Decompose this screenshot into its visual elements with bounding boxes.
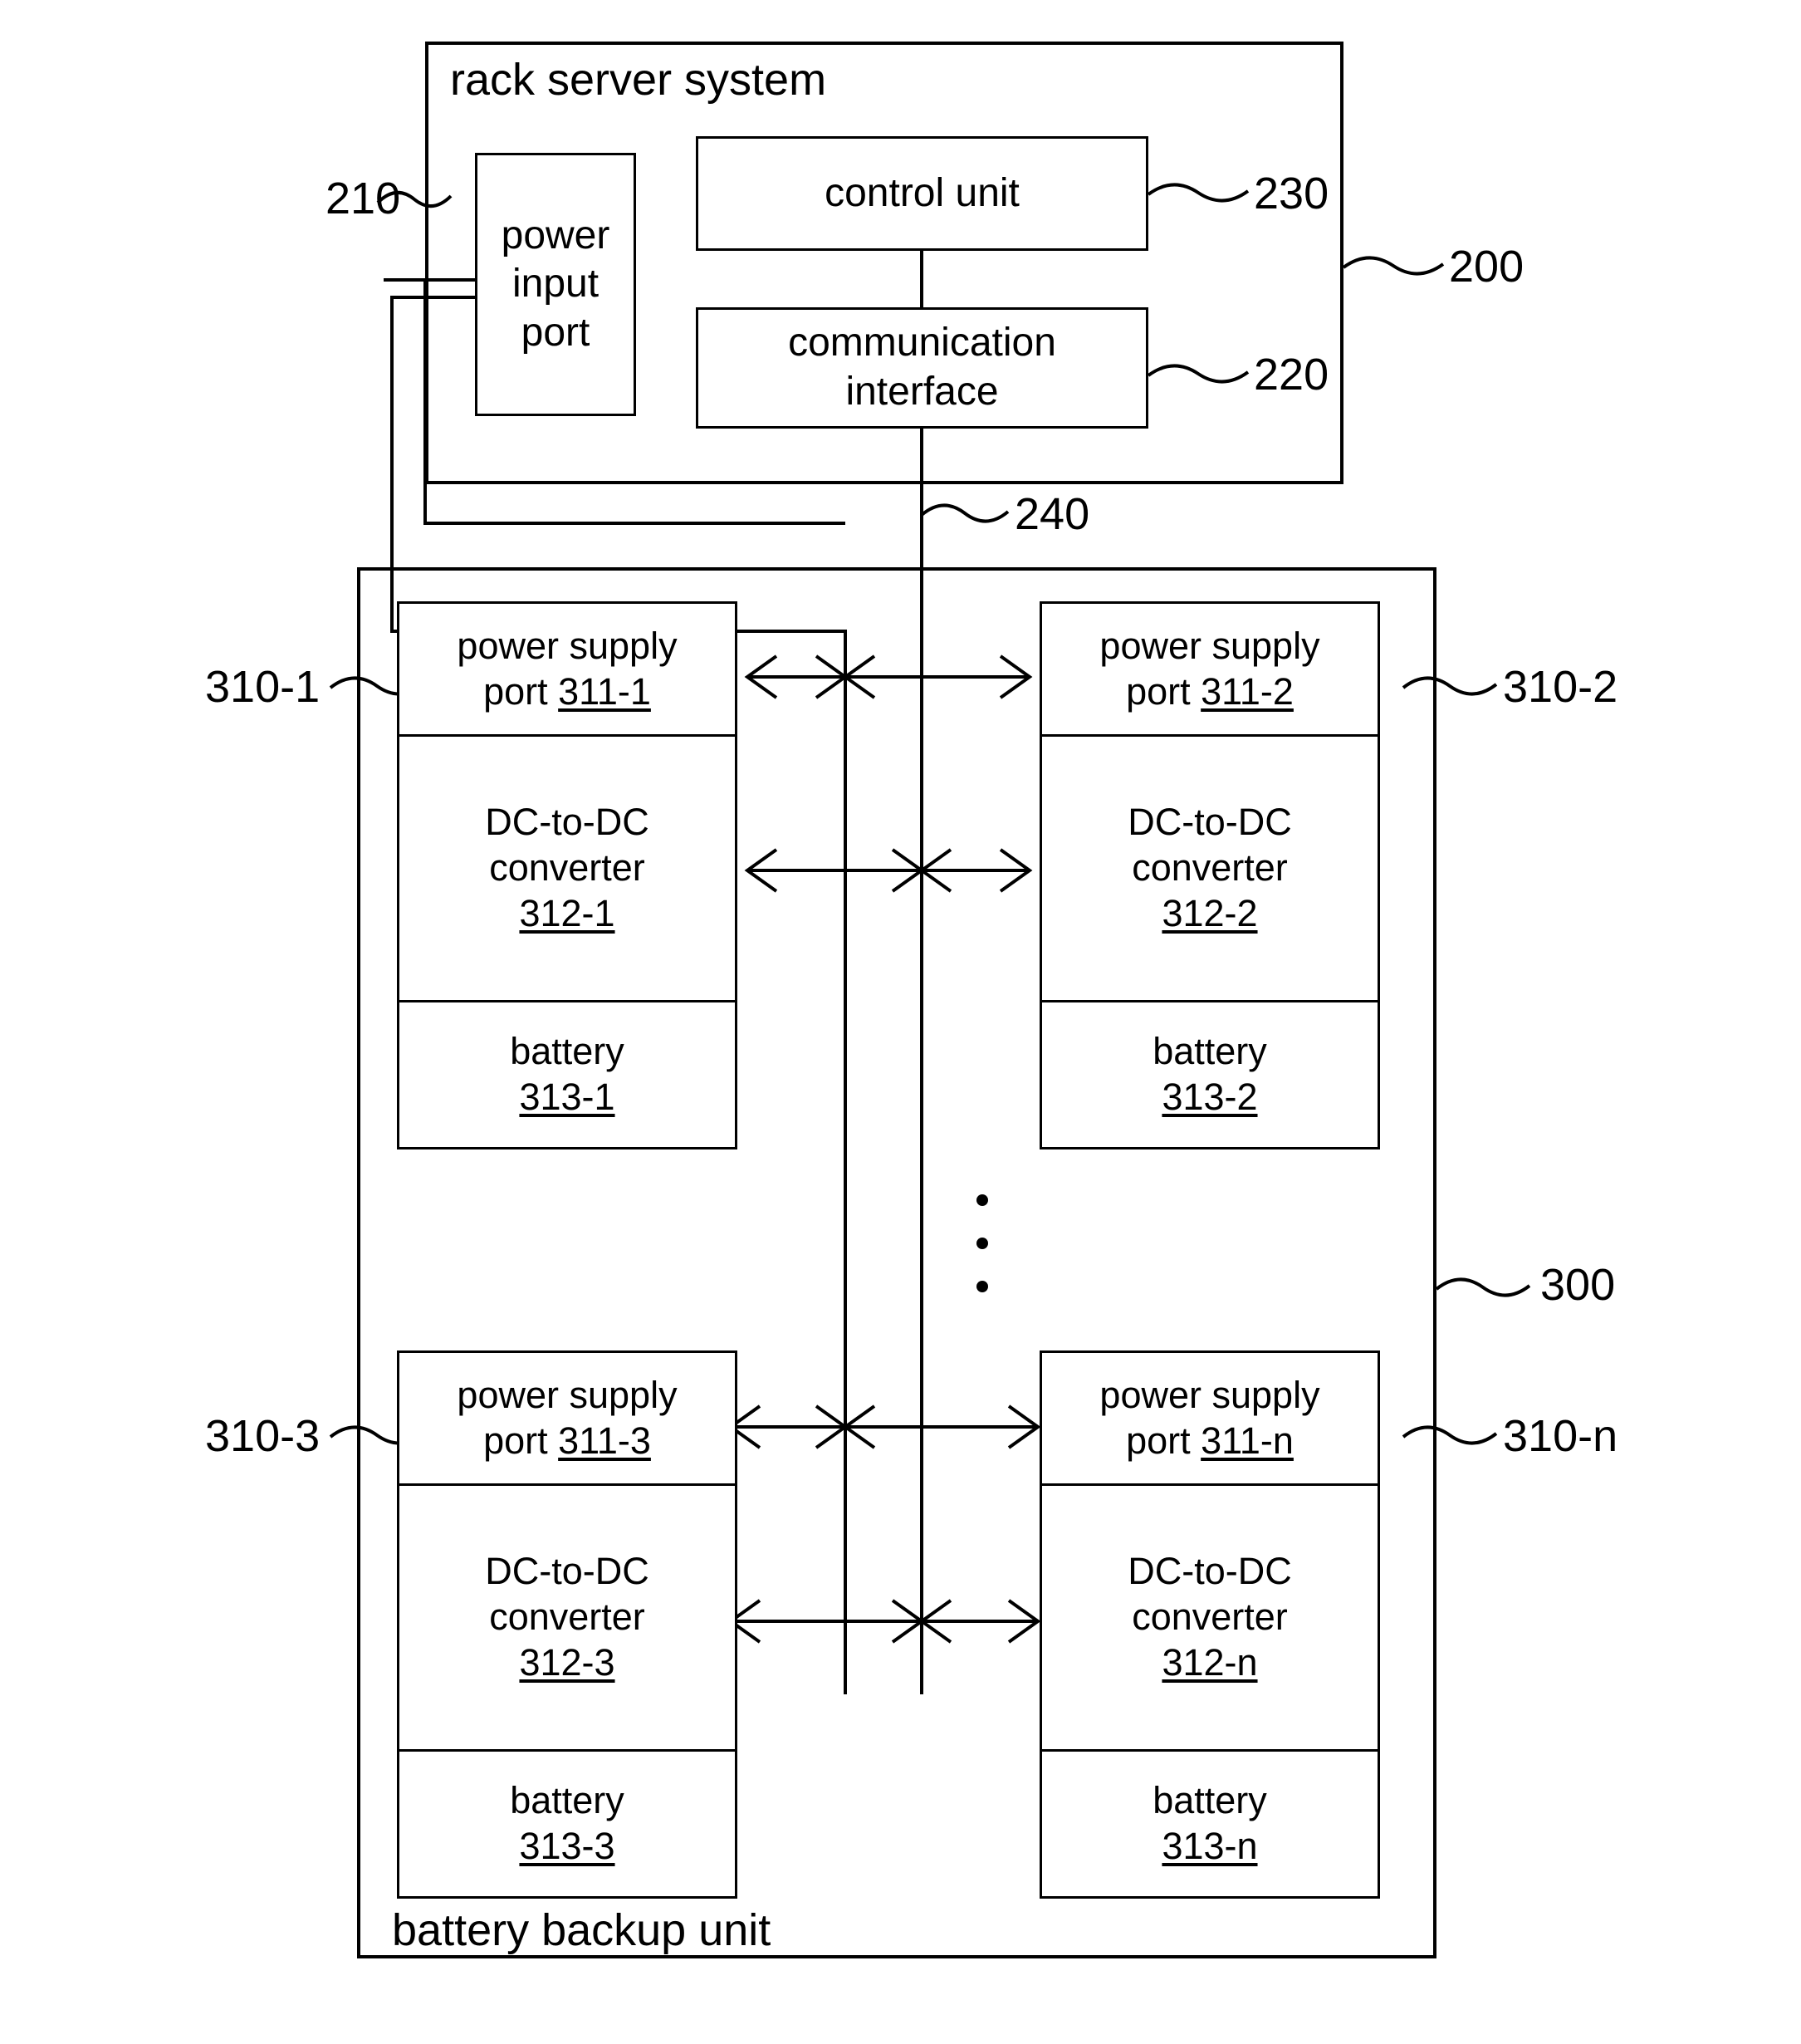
psp-2-id: 311-2 xyxy=(1201,669,1294,713)
bat-3-id: 313-3 xyxy=(519,1825,615,1867)
battery-313-1: battery 313-1 xyxy=(399,1002,735,1147)
dc-3-line2: converter xyxy=(489,1595,645,1639)
ref-240: 240 xyxy=(1015,489,1090,539)
bat-n-id: 313-n xyxy=(1162,1825,1258,1867)
dc-2-line1: DC-to-DC xyxy=(1128,801,1292,844)
leader-300 xyxy=(1435,1277,1531,1297)
power-supply-port-311-2: power supply port 311-2 xyxy=(1042,604,1378,737)
communication-interface-line1: communication xyxy=(788,321,1056,365)
power-input-port-line2: input xyxy=(511,262,600,306)
psp-1-id: 311-1 xyxy=(558,669,651,713)
communication-interface-label: communication interface xyxy=(696,307,1148,429)
power-supply-port-311-n: power supply port 311-n xyxy=(1042,1353,1378,1486)
dc-to-dc-converter-312-1: DC-to-DC converter 312-1 xyxy=(399,737,735,1002)
bbu-module-310-2: power supply port 311-2 DC-to-DC convert… xyxy=(1040,601,1380,1149)
psp-n-line2: port xyxy=(1126,1419,1201,1462)
bat-2-line1: battery xyxy=(1153,1030,1267,1073)
vertical-ellipsis-icon xyxy=(976,1194,988,1292)
bat-2-id: 313-2 xyxy=(1162,1076,1258,1118)
psp-1-line1: power supply xyxy=(457,624,678,667)
power-input-port-line3: port xyxy=(521,310,590,355)
leader-240 xyxy=(920,503,1010,523)
power-supply-port-311-3: power supply port 311-3 xyxy=(399,1353,735,1486)
dc-1-line2: converter xyxy=(489,846,645,890)
dc-3-id: 312-3 xyxy=(519,1640,615,1684)
ref-310-3: 310-3 xyxy=(205,1411,321,1461)
bat-1-line1: battery xyxy=(510,1030,624,1073)
control-unit-label: control unit xyxy=(825,170,1020,215)
dc-1-id: 312-1 xyxy=(519,891,615,934)
power-input-port-label: power input port xyxy=(475,153,636,416)
battery-313-2: battery 313-2 xyxy=(1042,1002,1378,1147)
bbu-module-310-3: power supply port 311-3 DC-to-DC convert… xyxy=(397,1350,737,1899)
dc-n-id: 312-n xyxy=(1162,1640,1258,1684)
psp-3-line2: port xyxy=(483,1419,559,1462)
rack-server-system-label: rack server system xyxy=(450,55,827,105)
dc-n-line2: converter xyxy=(1132,1595,1288,1639)
ref-310-2: 310-2 xyxy=(1503,662,1618,712)
battery-313-3: battery 313-3 xyxy=(399,1752,735,1896)
communication-interface-line2: interface xyxy=(845,370,999,414)
ref-310-n: 310-n xyxy=(1503,1411,1618,1461)
figure-canvas: rack server system power input port 210 … xyxy=(0,0,1801,2044)
bat-n-line1: battery xyxy=(1153,1779,1267,1822)
ref-230: 230 xyxy=(1254,169,1329,218)
ref-210: 210 xyxy=(325,174,401,223)
psp-2-line2: port xyxy=(1126,669,1201,713)
bat-3-line1: battery xyxy=(510,1779,624,1822)
dc-to-dc-converter-312-2: DC-to-DC converter 312-2 xyxy=(1042,737,1378,1002)
bbu-module-310-1: power supply port 311-1 DC-to-DC convert… xyxy=(397,601,737,1149)
dc-n-line1: DC-to-DC xyxy=(1128,1550,1292,1593)
bat-1-id: 313-1 xyxy=(519,1076,615,1118)
leader-200 xyxy=(1342,256,1445,276)
dc-2-id: 312-2 xyxy=(1162,891,1258,934)
ref-300: 300 xyxy=(1540,1260,1616,1310)
dc-1-line1: DC-to-DC xyxy=(485,801,649,844)
psp-n-line1: power supply xyxy=(1099,1373,1320,1416)
battery-313-n: battery 313-n xyxy=(1042,1752,1378,1896)
dc-to-dc-converter-312-n: DC-to-DC converter 312-n xyxy=(1042,1486,1378,1752)
ref-310-1: 310-1 xyxy=(205,662,321,712)
dc-3-line1: DC-to-DC xyxy=(485,1550,649,1593)
psp-2-line1: power supply xyxy=(1099,624,1320,667)
bbu-module-310-n: power supply port 311-n DC-to-DC convert… xyxy=(1040,1350,1380,1899)
psp-3-line1: power supply xyxy=(457,1373,678,1416)
psp-n-id: 311-n xyxy=(1201,1419,1294,1462)
psp-1-line2: port xyxy=(483,669,559,713)
dc-2-line2: converter xyxy=(1132,846,1288,890)
ref-200: 200 xyxy=(1449,242,1524,292)
psp-3-id: 311-3 xyxy=(558,1419,651,1462)
ref-220: 220 xyxy=(1254,350,1329,399)
power-input-port-line1: power xyxy=(501,213,610,257)
power-supply-port-311-1: power supply port 311-1 xyxy=(399,604,735,737)
battery-backup-unit-label: battery backup unit xyxy=(392,1905,771,1955)
dc-to-dc-converter-312-3: DC-to-DC converter 312-3 xyxy=(399,1486,735,1752)
